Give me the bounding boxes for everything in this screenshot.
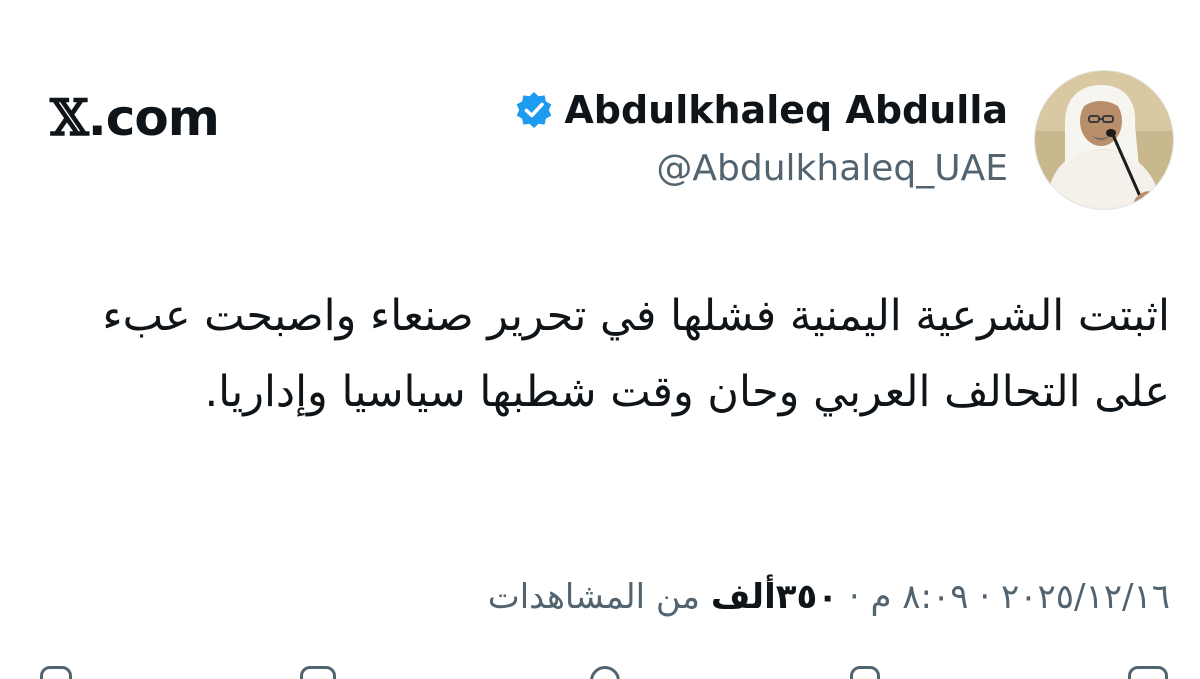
author-display-name[interactable]: Abdulkhaleq Abdulla bbox=[564, 86, 1008, 134]
verified-badge-icon bbox=[517, 92, 552, 128]
repost-icon[interactable] bbox=[850, 666, 880, 679]
share-icon[interactable] bbox=[40, 666, 72, 679]
tweet-date[interactable]: ٢٠٢٥/١٢/١٦ bbox=[1001, 577, 1170, 617]
meta-separator: · bbox=[979, 577, 991, 617]
author-names: Abdulkhaleq Abdulla @Abdulkhaleq_UAE bbox=[514, 86, 1008, 194]
tweet-text: اثبتت الشرعية اليمنية فشلها في تحرير صنع… bbox=[102, 291, 1170, 417]
brand-logo[interactable]: 𝕏.com bbox=[50, 86, 220, 150]
tweet-meta: ٢٠٢٥/١٢/١٦ · ٨:٠٩ م · ٣٥٠ألف من المشاهدا… bbox=[488, 572, 1170, 622]
x-logo-icon: 𝕏 bbox=[50, 88, 89, 147]
tweet-time[interactable]: ٨:٠٩ م bbox=[870, 577, 968, 617]
brand-domain: .com bbox=[87, 89, 220, 147]
reply-icon[interactable] bbox=[1128, 666, 1168, 679]
profile-photo bbox=[1035, 71, 1173, 209]
action-bar bbox=[0, 666, 1200, 679]
author-handle[interactable]: @Abdulkhaleq_UAE bbox=[656, 144, 1008, 194]
bookmark-icon[interactable] bbox=[300, 666, 336, 679]
display-name-row: Abdulkhaleq Abdulla bbox=[514, 86, 1008, 134]
views-count: ٣٥٠ألف bbox=[710, 577, 838, 617]
avatar[interactable] bbox=[1034, 70, 1174, 210]
meta-separator: · bbox=[848, 577, 860, 617]
views-label: من المشاهدات bbox=[487, 577, 700, 617]
like-icon[interactable] bbox=[590, 666, 620, 679]
tweet-screenshot: 𝕏.com Abdulkhaleq Abdulla @Abdulkhaleq_U… bbox=[0, 0, 1200, 679]
tweet-header: Abdulkhaleq Abdulla @Abdulkhaleq_UAE bbox=[514, 70, 1174, 210]
